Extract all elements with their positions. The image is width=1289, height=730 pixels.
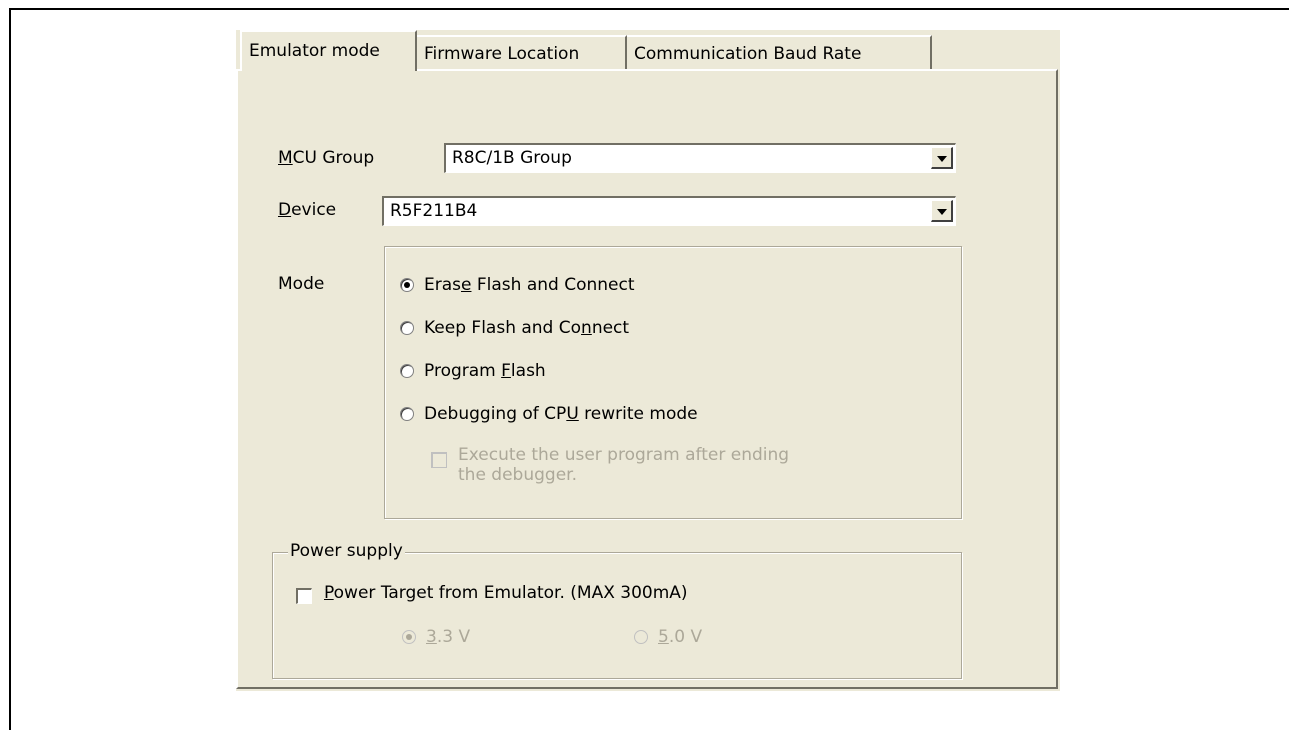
tab-label: Emulator mode: [249, 41, 380, 61]
radio-voltage-3-3[interactable]: 3.3 V: [402, 627, 470, 647]
chevron-down-icon[interactable]: [931, 200, 953, 222]
radio-voltage-5-0[interactable]: 5.0 V: [634, 627, 702, 647]
device-label: Device: [278, 200, 337, 220]
radio-dot: [400, 321, 414, 335]
mcu-group-label: MCU Group: [278, 148, 375, 168]
device-value: R5F211B4: [390, 201, 478, 221]
radio-dot: [634, 630, 648, 644]
mcu-group-value: R8C/1B Group: [452, 148, 572, 168]
tab-strip: Emulator mode Firmware Location Communic…: [236, 30, 1060, 71]
tab-communication-baud-rate[interactable]: Communication Baud Rate: [627, 35, 932, 69]
tab-firmware-location[interactable]: Firmware Location: [417, 35, 627, 69]
radio-dot: [400, 278, 414, 292]
tab-panel: MCU Group R8C/1B Group Device R5F211B4 M…: [236, 69, 1058, 689]
execute-after-debugger-checkbox[interactable]: [431, 452, 447, 468]
tab-emulator-mode[interactable]: Emulator mode: [240, 30, 417, 71]
device-select[interactable]: R5F211B4: [382, 196, 956, 226]
tab-label: Communication Baud Rate: [634, 44, 862, 64]
power-target-checkbox[interactable]: [296, 588, 312, 604]
power-supply-group: [272, 552, 962, 679]
radio-keep-flash-connect[interactable]: Keep Flash and Connect: [400, 318, 629, 338]
power-supply-legend: Power supply: [288, 541, 405, 561]
radio-erase-flash-connect[interactable]: Erase Flash and Connect: [400, 275, 635, 295]
emulator-settings-dialog: Emulator mode Firmware Location Communic…: [236, 30, 1060, 691]
power-target-label[interactable]: Power Target from Emulator. (MAX 300mA): [324, 583, 688, 603]
execute-after-debugger-label: Execute the user program after ending th…: [458, 445, 790, 485]
radio-dot: [402, 630, 416, 644]
chevron-down-icon[interactable]: [931, 147, 953, 169]
radio-program-flash[interactable]: Program Flash: [400, 361, 546, 381]
tab-label: Firmware Location: [424, 44, 580, 64]
radio-dot: [400, 407, 414, 421]
radio-debug-cpu-rewrite[interactable]: Debugging of CPU rewrite mode: [400, 404, 698, 424]
radio-dot: [400, 364, 414, 378]
mcu-group-select[interactable]: R8C/1B Group: [444, 143, 956, 173]
mode-label: Mode: [278, 274, 325, 294]
